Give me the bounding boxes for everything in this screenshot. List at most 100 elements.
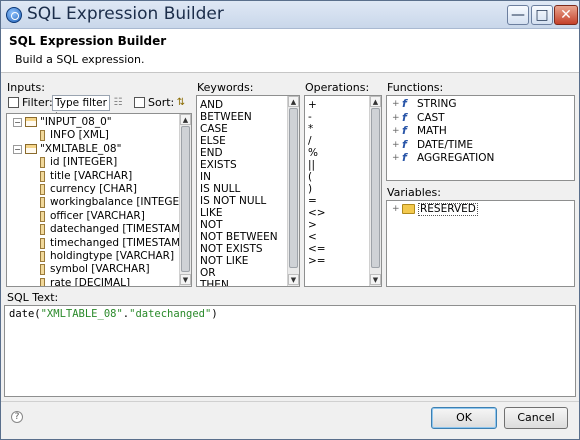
operations-item[interactable]: / [308, 135, 326, 147]
tree-column-node[interactable]: officer [VARCHAR] [7, 210, 177, 223]
expand-icon[interactable]: + [392, 112, 400, 125]
tree-column-node[interactable]: rate [DECIMAL] [7, 276, 177, 287]
sql-text-area[interactable]: date("XMLTABLE_08"."datechanged") [4, 305, 576, 397]
keywords-item[interactable]: IN [200, 171, 278, 183]
scroll-down-icon[interactable]: ▼ [180, 274, 191, 285]
table-icon [25, 117, 37, 127]
tree-column-node[interactable]: title [VARCHAR] [7, 170, 177, 183]
tree-column-node[interactable]: currency [CHAR] [7, 183, 177, 196]
keywords-scrollbar[interactable]: ▲ ▼ [287, 96, 299, 286]
operations-item[interactable]: <= [308, 243, 326, 255]
operations-item[interactable]: <> [308, 207, 326, 219]
function-category[interactable]: + f STRING [387, 98, 567, 111]
tree-node-label: rate [DECIMAL] [50, 276, 131, 287]
keywords-item[interactable]: ELSE [200, 135, 278, 147]
keywords-item[interactable]: LIKE [200, 207, 278, 219]
tree-column-node[interactable]: timechanged [TIMESTAMP] [7, 237, 191, 250]
operations-item[interactable]: * [308, 123, 326, 135]
keywords-item[interactable]: END [200, 147, 278, 159]
close-icon: ✕ [560, 7, 572, 23]
header-subtitle: Build a SQL expression. [15, 53, 145, 66]
scroll-thumb[interactable] [289, 108, 298, 268]
tree-column-node[interactable]: workingbalance [INTEGER] [7, 196, 191, 209]
sort-icon[interactable]: ⇅ [175, 97, 187, 109]
tree-column-node[interactable]: datechanged [TIMESTAMP] [7, 223, 191, 236]
operations-item[interactable]: < [308, 231, 326, 243]
function-category[interactable]: + f CAST [387, 111, 567, 125]
tree-column-node[interactable]: symbol [VARCHAR] [7, 263, 177, 276]
tree-table-node[interactable]: − "INPUT_08_0" [7, 116, 177, 129]
function-category-label: AGGREGATION [417, 152, 495, 165]
tree-column-node[interactable]: id [INTEGER] [7, 156, 177, 169]
function-category[interactable]: + f AGGREGATION [387, 152, 567, 165]
keywords-item[interactable]: NOT BETWEEN [200, 231, 278, 243]
close-button[interactable]: ✕ [554, 5, 578, 25]
operations-item[interactable]: + [308, 99, 326, 111]
keywords-item[interactable]: IS NOT NULL [200, 195, 278, 207]
column-icon [40, 197, 45, 209]
help-icon[interactable]: ? [11, 411, 23, 423]
operations-scrollbar[interactable]: ▲ ▼ [369, 96, 381, 286]
tree-column-node[interactable]: INFO [XML] [7, 129, 177, 142]
expand-icon[interactable]: + [392, 152, 400, 165]
tree-table-node[interactable]: − "XMLTABLE_08" [7, 143, 177, 156]
operations-item[interactable]: ( [308, 171, 326, 183]
expand-icon[interactable]: + [392, 98, 400, 111]
scroll-thumb[interactable] [181, 126, 190, 272]
variable-folder[interactable]: + RESERVED [387, 203, 567, 216]
keywords-item[interactable]: THEN [200, 279, 278, 286]
tree-column-node[interactable]: holdingtype [VARCHAR] [7, 250, 177, 263]
keywords-item[interactable]: AND [200, 99, 278, 111]
scroll-up-icon[interactable]: ▲ [288, 96, 299, 107]
inputs-scrollbar[interactable]: ▲ ▼ [179, 114, 191, 286]
scroll-up-icon[interactable]: ▲ [180, 114, 191, 125]
keywords-item[interactable]: CASE [200, 123, 278, 135]
tree-node-label: currency [CHAR] [50, 183, 137, 195]
column-icon [40, 277, 45, 286]
expand-icon[interactable]: + [392, 139, 400, 152]
collapse-icon[interactable]: − [13, 144, 22, 154]
cancel-button[interactable]: Cancel [504, 407, 568, 429]
keywords-item[interactable]: BETWEEN [200, 111, 278, 123]
keywords-item[interactable]: OR [200, 267, 278, 279]
minimize-button[interactable]: — [507, 5, 529, 25]
tree-node-label: datechanged [TIMESTAMP] [50, 223, 191, 236]
operations-item[interactable]: % [308, 147, 326, 159]
operations-item[interactable]: ) [308, 183, 326, 195]
scroll-thumb[interactable] [371, 108, 380, 268]
scroll-down-icon[interactable]: ▼ [288, 274, 299, 285]
operations-item[interactable]: || [308, 159, 326, 171]
function-category[interactable]: + f MATH [387, 125, 567, 138]
filter-checkbox[interactable] [8, 97, 19, 108]
clear-filter-icon[interactable]: ☷ [112, 97, 124, 109]
sql-close-paren: ) [211, 308, 218, 320]
minimize-icon: — [511, 7, 525, 23]
operations-item[interactable]: = [308, 195, 326, 207]
column-icon [40, 264, 45, 276]
expand-icon[interactable]: + [392, 203, 400, 216]
expand-icon[interactable]: + [392, 125, 400, 138]
maximize-button[interactable]: □ [531, 5, 553, 25]
keywords-item[interactable]: EXISTS [200, 159, 278, 171]
filter-input[interactable]: Type filter te [52, 95, 110, 123]
function-icon: f [402, 97, 407, 110]
keywords-label: Keywords: [197, 81, 254, 94]
function-category[interactable]: + f DATE/TIME [387, 138, 567, 152]
keywords-item[interactable]: NOT [200, 219, 278, 231]
sql-function: date( [9, 308, 41, 320]
sort-checkbox[interactable] [134, 97, 145, 108]
ok-button[interactable]: OK [431, 407, 497, 429]
keywords-item[interactable]: NOT EXISTS [200, 243, 278, 255]
operations-item[interactable]: > [308, 219, 326, 231]
scroll-down-icon[interactable]: ▼ [370, 274, 381, 285]
keywords-list: AND BETWEEN CASE ELSE END EXISTS IN IS NULL IS N… [196, 95, 300, 287]
operations-item[interactable]: >= [308, 255, 326, 267]
maximize-icon: □ [535, 7, 549, 23]
collapse-icon[interactable]: − [13, 118, 22, 127]
keywords-item[interactable]: NOT LIKE [200, 255, 278, 267]
tree-node-label: holdingtype [VARCHAR] [50, 250, 175, 262]
scroll-up-icon[interactable]: ▲ [370, 96, 381, 107]
keywords-item[interactable]: IS NULL [200, 183, 278, 195]
dialog-header: SQL Expression Builder Build a SQL expre… [1, 29, 579, 73]
operations-item[interactable]: - [308, 111, 326, 123]
